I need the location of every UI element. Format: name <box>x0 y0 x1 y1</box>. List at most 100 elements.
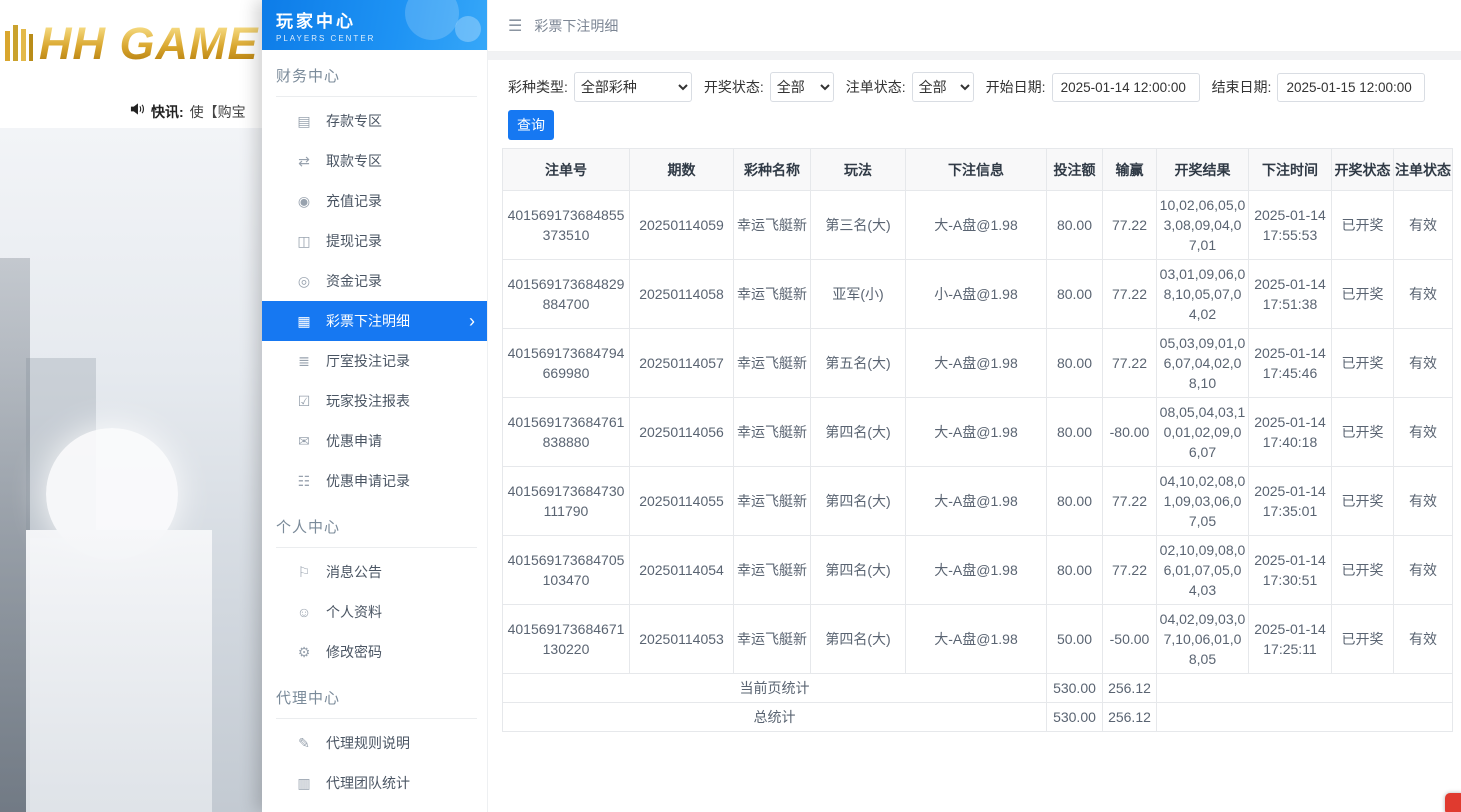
filter-bar: 彩种类型:全部彩种开奖状态:全部注单状态:全部开始日期:结束日期: <box>508 72 1461 102</box>
summary-winloss: 256.12 <box>1103 674 1157 703</box>
cell-bet_status: 有效 <box>1394 191 1453 260</box>
cell-amount: 80.00 <box>1047 398 1103 467</box>
cell-id: 401569173684705103470 <box>503 536 630 605</box>
menu-icon[interactable]: ☰ <box>508 16 522 36</box>
capitol-base <box>26 530 212 812</box>
cell-time: 2025-01-14 17:25:11 <box>1249 605 1332 674</box>
summary-empty <box>1157 674 1453 703</box>
cell-winloss: -80.00 <box>1103 398 1157 467</box>
cell-play: 第四名(大) <box>811 398 906 467</box>
cell-bet_status: 有效 <box>1394 329 1453 398</box>
end-date-input[interactable] <box>1277 73 1425 102</box>
sidebar-item-player-bet-report[interactable]: ☑玩家投注报表 <box>262 381 487 421</box>
cell-info: 大-A盘@1.98 <box>906 191 1047 260</box>
sidebar-item-withdraw-record[interactable]: ◫提现记录 <box>262 221 487 261</box>
col-header: 注单状态 <box>1394 149 1453 191</box>
sidebar-item-label: 取款专区 <box>326 151 382 171</box>
cell-amount: 80.00 <box>1047 467 1103 536</box>
topbar: ☰ 彩票下注明细 <box>488 0 1461 52</box>
main-area: ☰ 彩票下注明细 彩种类型:全部彩种开奖状态:全部注单状态:全部开始日期:结束日… <box>488 0 1461 812</box>
sidebar-item-label: 代理规则说明 <box>326 733 410 753</box>
sidebar-item-recharge-record[interactable]: ◉充值记录 <box>262 181 487 221</box>
chevron-right-icon: › <box>469 312 475 330</box>
search-button[interactable]: 查询 <box>508 110 554 140</box>
table-body: 40156917368485537351020250114059幸运飞艇新第三名… <box>503 191 1453 674</box>
sidebar-item-profile[interactable]: ☺ 个人资料 <box>262 592 487 632</box>
cell-period: 20250114059 <box>630 191 734 260</box>
cell-info: 小-A盘@1.98 <box>906 260 1047 329</box>
header-decoration <box>455 16 481 42</box>
cell-amount: 50.00 <box>1047 605 1103 674</box>
sidebar-item-label: 消息公告 <box>326 562 382 582</box>
cell-winloss: 77.22 <box>1103 467 1157 536</box>
sidebar-item-deposit[interactable]: ▤存款专区 <box>262 101 487 141</box>
deposit-icon: ▤ <box>296 113 312 130</box>
summary-winloss: 256.12 <box>1103 703 1157 732</box>
cashout-icon: ◫ <box>296 233 312 250</box>
cell-lottery: 幸运飞艇新 <box>734 536 811 605</box>
summary-label: 总统计 <box>503 703 1047 732</box>
cell-result: 10,02,06,05,03,08,09,04,07,01 <box>1157 191 1249 260</box>
col-header: 输赢 <box>1103 149 1157 191</box>
sidebar-item-promo-apply-record[interactable]: ☷优惠申请记录 <box>262 461 487 501</box>
floating-widget[interactable] <box>1445 793 1461 812</box>
col-header: 下注信息 <box>906 149 1047 191</box>
order-status-select[interactable]: 全部 <box>912 72 974 102</box>
cell-play: 第四名(大) <box>811 467 906 536</box>
cell-info: 大-A盘@1.98 <box>906 329 1047 398</box>
lottery-type-select[interactable]: 全部彩种 <box>574 72 692 102</box>
withdraw-icon: ⇄ <box>296 153 312 170</box>
page: HH GAME 快讯: 使【购宝 玩家中心 PLAYERS C <box>0 0 1461 812</box>
draw-status-select[interactable]: 全部 <box>770 72 834 102</box>
promo-icon: ✉ <box>296 433 312 450</box>
cell-result: 08,05,04,03,10,01,02,09,06,07 <box>1157 398 1249 467</box>
sidebar-item-promo-apply[interactable]: ✉ 优惠申请 <box>262 421 487 461</box>
cell-info: 大-A盘@1.98 <box>906 536 1047 605</box>
promo-record-icon: ☷ <box>296 473 312 490</box>
sidebar-item-label: 优惠申请 <box>326 431 382 451</box>
cell-draw_status: 已开奖 <box>1332 536 1394 605</box>
table-head: 注单号期数彩种名称玩法下注信息投注额输赢开奖结果下注时间开奖状态注单状态 <box>503 149 1453 191</box>
table-row: 40156917368485537351020250114059幸运飞艇新第三名… <box>503 191 1453 260</box>
cell-draw_status: 已开奖 <box>1332 398 1394 467</box>
cell-lottery: 幸运飞艇新 <box>734 191 811 260</box>
sidebar-item-messages[interactable]: ⚐消息公告 <box>262 552 487 592</box>
bet-table: 注单号期数彩种名称玩法下注信息投注额输赢开奖结果下注时间开奖状态注单状态 401… <box>502 148 1453 732</box>
total-summary-row: 总统计530.00256.12 <box>503 703 1453 732</box>
doc-icon: ✎ <box>296 735 312 752</box>
cell-play: 第五名(大) <box>811 329 906 398</box>
col-header: 下注时间 <box>1249 149 1332 191</box>
col-header: 投注额 <box>1047 149 1103 191</box>
sidebar-item-funds-record[interactable]: ◎资金记录 <box>262 261 487 301</box>
user-icon: ☺ <box>296 604 312 620</box>
filter-label-end-date: 结束日期: <box>1212 77 1272 97</box>
funds-icon: ◎ <box>296 273 312 290</box>
sidebar-item-change-password[interactable]: ⚙修改密码 <box>262 632 487 672</box>
start-date-input[interactable] <box>1052 73 1200 102</box>
sidebar-item-label: 玩家投注报表 <box>326 391 410 411</box>
sidebar-item-agent-team-stats[interactable]: ▥代理团队统计 <box>262 763 487 803</box>
cell-lottery: 幸运飞艇新 <box>734 605 811 674</box>
cell-play: 第四名(大) <box>811 536 906 605</box>
cell-period: 20250114058 <box>630 260 734 329</box>
cell-play: 亚军(小) <box>811 260 906 329</box>
city-photo <box>0 128 262 812</box>
cell-winloss: 77.22 <box>1103 536 1157 605</box>
summary-empty <box>1157 703 1453 732</box>
sidebar-item-label: 个人资料 <box>326 602 382 622</box>
sidebar-item-hall-bet-record[interactable]: ≣厅室投注记录 <box>262 341 487 381</box>
sidebar-item-agent-rules[interactable]: ✎ 代理规则说明 <box>262 723 487 763</box>
cell-winloss: -50.00 <box>1103 605 1157 674</box>
cell-play: 第三名(大) <box>811 191 906 260</box>
speaker-icon <box>130 102 145 121</box>
cell-time: 2025-01-14 17:45:46 <box>1249 329 1332 398</box>
cell-period: 20250114055 <box>630 467 734 536</box>
cell-bet_status: 有效 <box>1394 467 1453 536</box>
sidebar-item-lottery-bet-detail[interactable]: ▦彩票下注明细› <box>262 301 487 341</box>
cell-result: 03,01,09,06,08,10,05,07,04,02 <box>1157 260 1249 329</box>
summary-amount: 530.00 <box>1047 674 1103 703</box>
cell-period: 20250114054 <box>630 536 734 605</box>
cell-result: 04,02,09,03,07,10,06,01,08,05 <box>1157 605 1249 674</box>
sidebar-item-withdraw[interactable]: ⇄ 取款专区 <box>262 141 487 181</box>
team-icon: ▥ <box>296 775 312 792</box>
